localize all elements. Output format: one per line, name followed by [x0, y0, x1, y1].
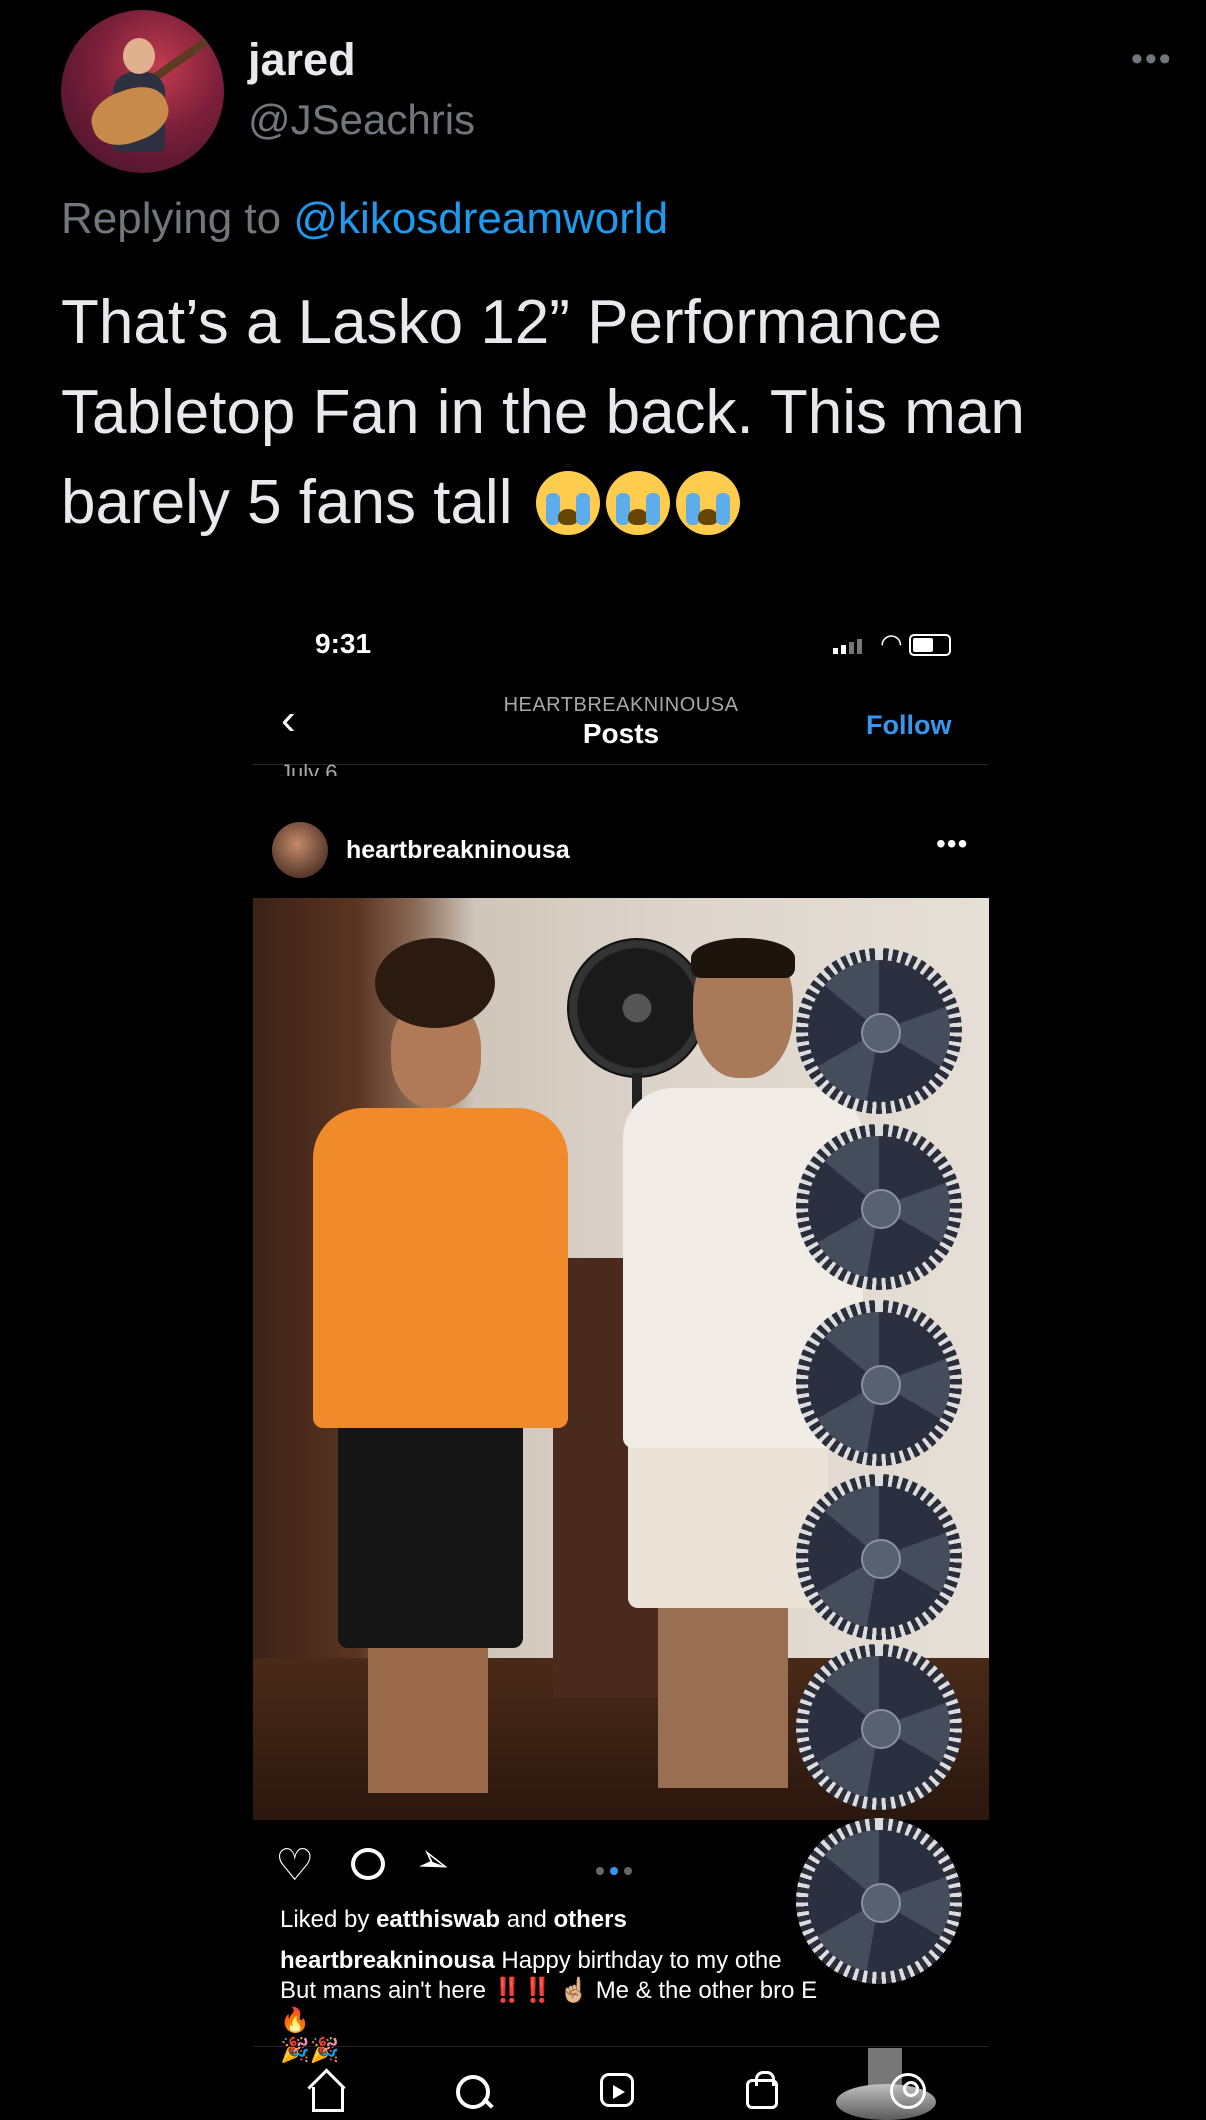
comment-icon[interactable] [351, 1848, 385, 1880]
header-divider [253, 764, 989, 765]
carousel-dots [596, 1862, 638, 1880]
share-icon[interactable]: ➢ [410, 1836, 457, 1889]
likes-and: and [506, 1906, 547, 1933]
author-handle[interactable]: @JSeachris [248, 96, 475, 144]
reply-mention-link[interactable]: @kikosdreamworld [293, 194, 668, 243]
post-username[interactable]: heartbreakninousa [346, 836, 570, 865]
caption-exclamations: ‼️‼️ [492, 1977, 553, 2004]
instagram-tab-bar [253, 2046, 989, 2120]
crying-emoji-icon [605, 471, 670, 535]
caption-username[interactable]: heartbreakninousa [280, 1947, 495, 1974]
status-time: 9:31 [315, 628, 372, 659]
crying-emoji-icon [675, 471, 740, 535]
more-dots-icon[interactable]: ••• [1131, 42, 1173, 76]
wifi-icon: ◠ [880, 628, 903, 658]
tweet-text: That’s a Lasko 12” Performance Tabletop … [61, 278, 1151, 548]
caption-line-2b: ☝🏼 Me & the other bro E [559, 1977, 818, 2004]
embedded-instagram-screenshot[interactable]: 9:31 ◠ ‹ HEARTBREAKNINOUSA Posts Follow … [253, 610, 989, 2120]
search-icon[interactable] [454, 2073, 494, 2113]
author-name[interactable]: jared [248, 34, 356, 86]
follow-button[interactable]: Follow [866, 710, 951, 741]
home-icon[interactable] [308, 2073, 348, 2113]
crying-emoji-icon [535, 471, 600, 535]
post-date: July 6 [280, 760, 338, 776]
caption-line-1: Happy birthday to my othe [501, 1947, 782, 1974]
like-heart-icon[interactable]: ♡ [275, 1844, 314, 1888]
post-more-icon[interactable]: ••• [936, 828, 968, 860]
author-avatar[interactable] [61, 10, 224, 173]
likes-user-link[interactable]: eatthiswab [376, 1906, 500, 1933]
person-left [313, 928, 568, 1820]
likes-others-link[interactable]: others [553, 1906, 626, 1933]
caption-line-2a: But mans ain't here [280, 1977, 487, 2004]
stacked-fans-overlay [796, 948, 966, 2120]
signal-icon [833, 636, 865, 654]
reels-icon[interactable] [600, 2073, 634, 2107]
post-avatar[interactable] [272, 822, 328, 878]
likes-line: Liked by eatthiswab and others [280, 1906, 627, 1934]
shop-icon[interactable] [746, 2071, 778, 2109]
reply-prefix: Replying to [61, 194, 282, 243]
battery-icon [909, 634, 951, 656]
profile-icon[interactable] [890, 2073, 926, 2109]
caption-fire-emoji: 🔥 [280, 2007, 310, 2034]
reply-context: Replying to @kikosdreamworld [61, 194, 668, 244]
likes-prefix: Liked by [280, 1906, 370, 1933]
